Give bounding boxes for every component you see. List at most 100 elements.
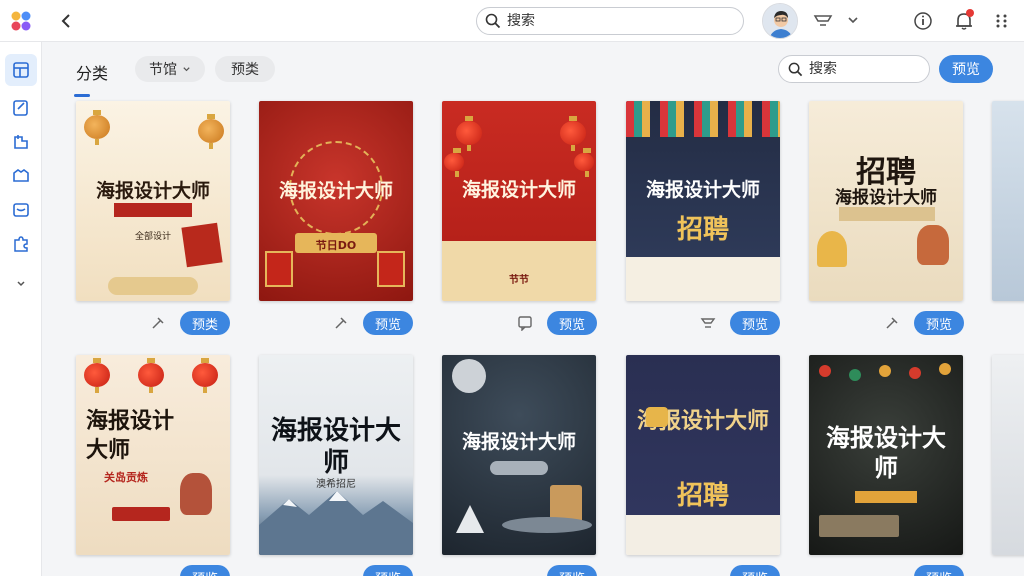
ornament xyxy=(879,365,891,377)
back-button[interactable] xyxy=(55,10,77,32)
card-title: 海报设计大师 xyxy=(461,179,576,201)
magic-wand-icon[interactable] xyxy=(333,315,349,331)
sidebar-expand[interactable] xyxy=(5,268,37,300)
red-ribbon xyxy=(114,203,192,217)
chip-label: 预类 xyxy=(231,62,259,78)
sidebar-item-box[interactable] xyxy=(5,160,37,192)
info-icon[interactable] xyxy=(913,11,933,31)
chevron-down-icon xyxy=(183,66,190,71)
template-card[interactable]: 海报设计大师 xyxy=(442,355,596,555)
category-label[interactable]: 分类 xyxy=(76,60,108,84)
card-actions: 预览 xyxy=(517,311,597,335)
card-title: 海报设计大师 xyxy=(86,409,175,463)
card-title: 海报设计大师 xyxy=(278,180,393,202)
lantern-decoration xyxy=(560,116,586,151)
template-card[interactable]: 海报设计大师 关岛贡炼 xyxy=(76,355,230,555)
card-preview-button[interactable]: 预览 xyxy=(363,311,413,335)
sidebar xyxy=(0,42,42,576)
folder-stack-icon xyxy=(14,135,28,149)
gold-banner xyxy=(839,207,935,221)
card-actions: 预览 xyxy=(333,311,413,335)
lantern-decoration xyxy=(444,148,464,177)
card-preview-button[interactable]: 预览 xyxy=(730,565,780,576)
card-preview-button[interactable]: 预类 xyxy=(180,311,230,335)
card-actions: 预览 xyxy=(150,565,230,576)
sidebar-item-assets[interactable] xyxy=(5,126,37,158)
template-search-input[interactable] xyxy=(809,61,919,77)
box-icon xyxy=(13,169,29,182)
lantern-decoration xyxy=(138,358,164,393)
style-switch-icon[interactable] xyxy=(700,315,716,331)
more-apps-icon[interactable] xyxy=(995,13,1009,29)
top-bar xyxy=(0,0,1024,42)
template-card[interactable]: 海报设计大师 招聘 xyxy=(626,355,780,555)
lantern-decoration xyxy=(84,358,110,393)
template-card-partial[interactable] xyxy=(992,355,1024,555)
template-search-box[interactable] xyxy=(778,55,930,83)
card-actions: 预类 xyxy=(150,311,230,335)
bottom-banner xyxy=(108,277,198,295)
chevron-down-icon[interactable] xyxy=(846,13,860,27)
template-card[interactable]: 海报设计大师 招聘 xyxy=(626,101,780,301)
pouch-illustration xyxy=(917,225,949,265)
card-preview-button[interactable]: 预览 xyxy=(547,565,597,576)
preview-button[interactable]: 预览 xyxy=(939,55,993,83)
card-subtitle: 关岛贡炼 xyxy=(104,471,148,484)
template-card[interactable]: 海报设计大师 澳希招尼 xyxy=(259,355,413,555)
card-actions: 预览 xyxy=(333,565,413,576)
pedestal xyxy=(502,517,592,533)
lantern-decoration xyxy=(456,116,482,151)
ornament xyxy=(939,363,951,375)
filter-chip-festival[interactable]: 节馆 xyxy=(135,56,205,82)
chip-label: 节馆 xyxy=(149,62,177,78)
sidebar-item-plugins[interactable] xyxy=(5,228,37,260)
avatar-illustration xyxy=(763,4,797,38)
card-preview-button[interactable]: 预览 xyxy=(914,565,964,576)
balloon-decoration xyxy=(452,359,486,393)
template-card[interactable]: 海报设计大师 节日DO xyxy=(259,101,413,301)
card-title: 海报设计大师 xyxy=(95,180,210,202)
chevron-left-icon xyxy=(61,14,70,28)
magic-wand-icon[interactable] xyxy=(884,315,900,331)
template-icon xyxy=(13,62,29,78)
ribbon-decoration xyxy=(626,101,780,137)
puzzle-icon xyxy=(14,236,28,252)
magic-wand-icon[interactable] xyxy=(150,315,166,331)
filter-chip-second[interactable]: 预类 xyxy=(215,56,275,82)
top-search-box[interactable] xyxy=(476,7,744,35)
card-preview-button[interactable]: 预览 xyxy=(914,311,964,335)
card-preview-button[interactable]: 预览 xyxy=(730,311,780,335)
gold-flower xyxy=(817,231,847,267)
template-card[interactable]: 招聘 海报设计大师 xyxy=(809,101,963,301)
card-title: 海报设计大师 xyxy=(461,431,576,453)
search-icon xyxy=(788,62,803,76)
app-logo-icon[interactable] xyxy=(10,10,32,32)
template-card[interactable]: 海报设计大师 全部设计 xyxy=(76,101,230,301)
template-card[interactable]: 海报设计大师 节节 xyxy=(442,101,596,301)
sidebar-item-edit[interactable] xyxy=(5,92,37,124)
card-subtitle: 海报设计大师 xyxy=(835,188,937,208)
sidebar-item-messages[interactable] xyxy=(5,194,37,226)
card-subtitle: 节节 xyxy=(509,275,529,286)
red-envelope xyxy=(265,251,293,287)
top-search-input[interactable] xyxy=(507,13,727,29)
red-label xyxy=(112,507,170,521)
lantern-decoration xyxy=(192,358,218,393)
comment-icon[interactable] xyxy=(517,315,533,331)
card-preview-button[interactable]: 预览 xyxy=(547,311,597,335)
notification-dot xyxy=(966,9,974,17)
search-icon xyxy=(485,13,501,29)
gold-label xyxy=(855,491,917,503)
user-avatar[interactable] xyxy=(762,3,798,39)
paper-boat xyxy=(456,505,484,533)
card-preview-button[interactable]: 预览 xyxy=(363,565,413,576)
filter-bar: 分类 节馆 预类 预览 xyxy=(42,42,1024,98)
template-card[interactable]: 海报设计大师 xyxy=(809,355,963,555)
red-book-illustration xyxy=(181,222,223,268)
workspace-switch-icon[interactable] xyxy=(812,12,834,30)
sidebar-item-templates[interactable] xyxy=(5,54,37,86)
card-preview-button[interactable]: 预览 xyxy=(180,565,230,576)
template-card-partial[interactable] xyxy=(992,101,1024,301)
gold-icon-decoration xyxy=(646,407,668,427)
ornament xyxy=(849,369,861,381)
